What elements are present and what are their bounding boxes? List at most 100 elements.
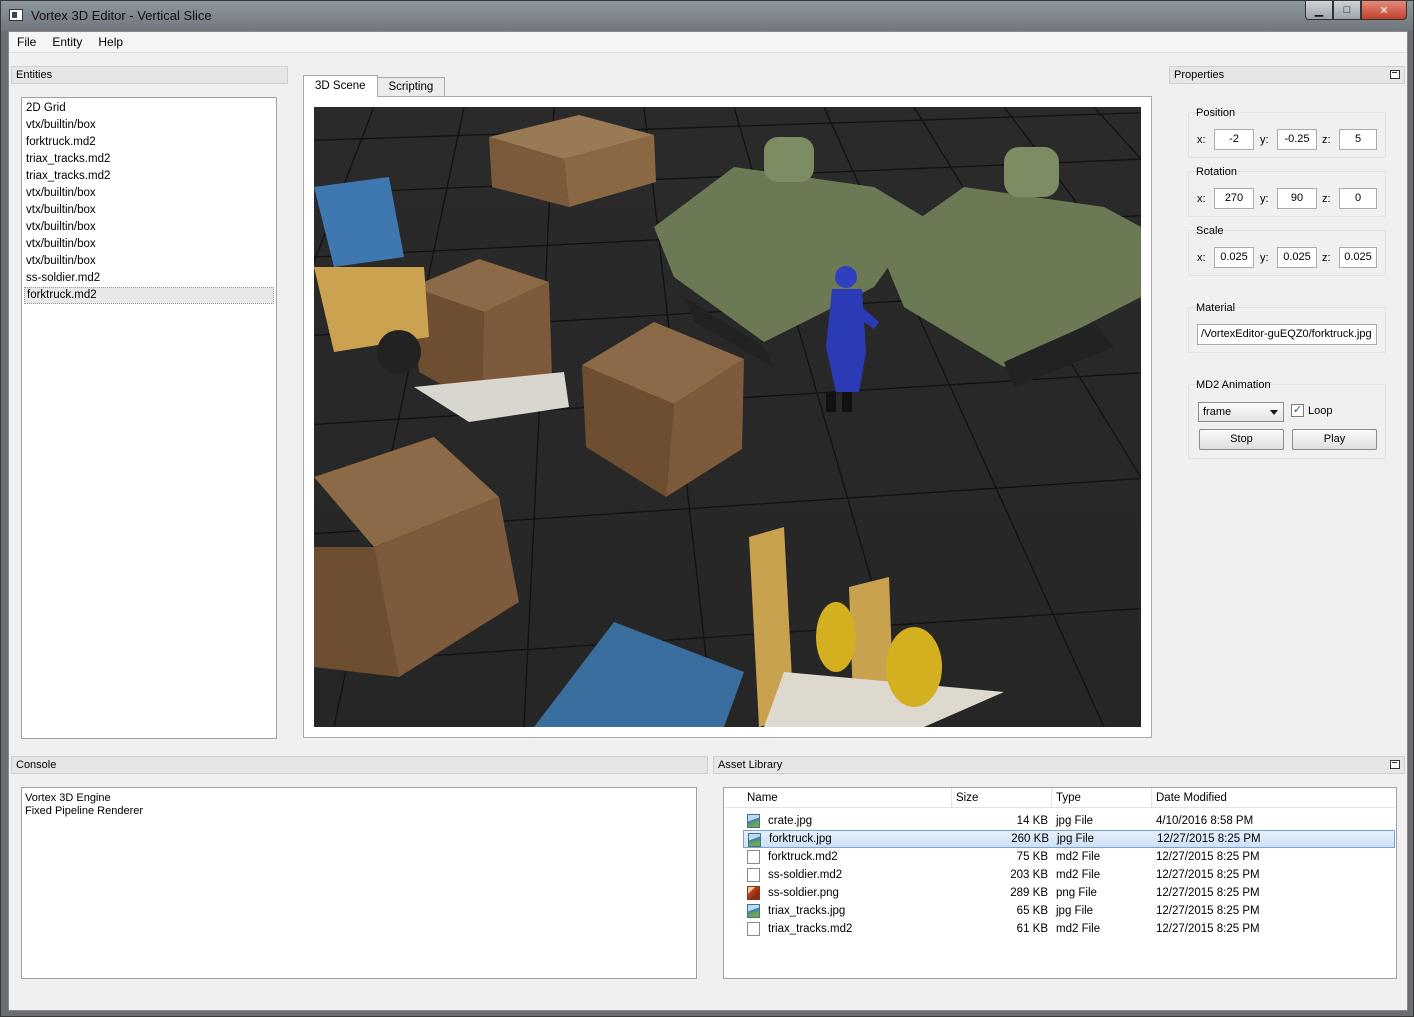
float-dock-icon[interactable] [1390,70,1400,79]
asset-size: 14 KB [1016,815,1048,827]
entity-list-item[interactable]: vtx/builtin/box [24,185,274,202]
asset-name-text: ss-soldier.png [768,887,839,899]
table-row[interactable]: crate.jpg 14 KB jpg File 4/10/2016 8:58 PM [743,812,1395,830]
rotation-z-input[interactable]: 0 [1339,188,1377,209]
scene-render [314,107,1141,727]
table-row[interactable]: forktruck.md2 75 KB md2 File 12/27/2015 8:2… [743,848,1395,866]
console-output[interactable]: Vortex 3D Engine Fixed Pipeline Renderer [21,787,697,979]
asset-type: jpg File [1057,833,1095,845]
menu-entity[interactable]: Entity [44,32,90,52]
entities-dock-title[interactable]: Entities [11,66,288,84]
console-dock-title[interactable]: Console [11,756,708,774]
asset-name-text: triax_tracks.md2 [768,923,853,935]
loop-checkbox[interactable]: ✓ [1291,404,1304,417]
column-header-date[interactable]: Date Modified [1152,788,1352,808]
asset-type: md2 File [1056,869,1101,881]
table-row[interactable]: ss-soldier.md2 203 KB md2 File 12/27/2015 8… [743,866,1395,884]
entity-list-item[interactable]: triax_tracks.md2 [24,151,274,168]
material-input[interactable]: /VortexEditor-guEQZ0/forktruck.jpg [1197,324,1377,345]
entity-list-item[interactable]: vtx/builtin/box [24,117,274,134]
editor-tabs: 3D Scene Scripting [303,75,446,97]
asset-type: png File [1056,887,1097,899]
rotation-x-input[interactable]: 270 [1214,188,1254,209]
asset-date: 4/10/2016 8:58 PM [1156,815,1254,827]
image-file-icon [747,814,760,828]
entity-list-item[interactable]: vtx/builtin/box [24,219,274,236]
menu-help[interactable]: Help [90,32,131,52]
asset-size: 203 KB [1010,869,1048,881]
console-line: Fixed Pipeline Renderer [25,805,144,817]
position-x-input[interactable]: -2 [1214,129,1254,150]
menu-file[interactable]: File [9,32,44,52]
entities-list-box[interactable]: 2D Grid vtx/builtin/box forktruck.md2 triax… [21,97,277,739]
editor-window: Vortex 3D Editor - Vertical Slice ▁ □ ✕ … [0,0,1414,1017]
entity-list-item[interactable]: vtx/builtin/box [24,236,274,253]
position-label: Position [1196,107,1236,119]
asset-name: triax_tracks.md2 [743,920,952,938]
scale-y-input[interactable]: 0.025 [1277,247,1317,268]
png-file-icon [747,886,760,900]
entity-list-item[interactable]: forktruck.md2 [24,134,274,151]
app-icon [9,9,23,21]
rotation-z-label: z: [1322,193,1331,205]
console-line: Vortex 3D Engine [25,792,111,804]
animation-select[interactable]: frame [1198,402,1284,422]
scale-label: Scale [1196,225,1224,237]
asset-size: 65 KB [1016,905,1048,917]
tab-scripting[interactable]: Scripting [376,77,446,97]
maximize-button[interactable]: □ [1333,1,1361,20]
image-file-icon [747,904,760,918]
asset-size: 61 KB [1016,923,1048,935]
properties-dock-title[interactable]: Properties [1169,66,1405,84]
scale-x-label: x: [1197,252,1206,264]
asset-type: jpg File [1056,905,1094,917]
entity-list-item[interactable]: forktruck.md2 [24,287,274,304]
table-row[interactable]: triax_tracks.jpg 65 KB jpg File 12/27/2015 … [743,902,1395,920]
entity-list-item[interactable]: ss-soldier.md2 [24,270,274,287]
asset-size: 75 KB [1016,851,1048,863]
column-header-size[interactable]: Size [952,788,1052,808]
asset-table-header: Name Size Type Date Modified [724,788,1395,808]
table-row[interactable]: triax_tracks.md2 61 KB md2 File 12/27/2015 … [743,920,1395,938]
asset-name: ss-soldier.md2 [743,866,952,884]
loop-label: Loop [1308,405,1333,417]
scale-x-input[interactable]: 0.025 [1214,247,1254,268]
close-button[interactable]: ✕ [1361,1,1407,20]
entity-list-item[interactable]: 2D Grid [24,100,274,117]
scale-z-input[interactable]: 0.025 [1339,247,1377,268]
asset-type: md2 File [1056,923,1101,935]
asset-size: 260 KB [1011,833,1049,845]
asset-date: 12/27/2015 8:25 PM [1156,923,1260,935]
3d-viewport[interactable] [314,107,1141,727]
table-row[interactable]: ss-soldier.png 289 KB png File 12/27/2015 8… [743,884,1395,902]
column-header-name[interactable]: Name [743,788,952,808]
tab-3d-scene[interactable]: 3D Scene [303,75,378,97]
minimize-button[interactable]: ▁ [1305,1,1333,20]
window-controls: ▁ □ ✕ [1305,1,1407,20]
title-bar[interactable]: Vortex 3D Editor - Vertical Slice ▁ □ ✕ [1,1,1413,31]
rotation-y-label: y: [1260,193,1269,205]
blank-file-icon [747,868,760,882]
position-z-input[interactable]: 5 [1339,129,1377,150]
asset-type: jpg File [1056,815,1094,827]
column-header-type[interactable]: Type [1052,788,1152,808]
position-z-label: z: [1322,134,1331,146]
asset-table[interactable]: Name Size Type Date Modified crate.jpg 14… [723,787,1397,979]
float-dock-icon[interactable] [1390,760,1400,769]
asset-name-text: crate.jpg [768,815,813,827]
asset-name: forktruck.md2 [743,848,952,866]
asset-name-text: triax_tracks.jpg [768,905,846,917]
entities-list[interactable]: 2D Grid vtx/builtin/box forktruck.md2 triax… [22,98,276,306]
entity-list-item[interactable]: vtx/builtin/box [24,202,274,219]
play-button[interactable]: Play [1292,429,1377,450]
table-row[interactable]: forktruck.jpg 260 KB jpg File 12/27/2015 8:… [743,830,1395,848]
asset-date: 12/27/2015 8:25 PM [1156,869,1260,881]
asset-date: 12/27/2015 8:25 PM [1156,905,1260,917]
entity-list-item[interactable]: triax_tracks.md2 [24,168,274,185]
asset-date: 12/27/2015 8:25 PM [1156,887,1260,899]
asset-library-dock-title[interactable]: Asset Library [713,756,1405,774]
position-y-input[interactable]: -0.25 [1277,129,1317,150]
rotation-y-input[interactable]: 90 [1277,188,1317,209]
stop-button[interactable]: Stop [1199,429,1284,450]
entity-list-item[interactable]: vtx/builtin/box [24,253,274,270]
